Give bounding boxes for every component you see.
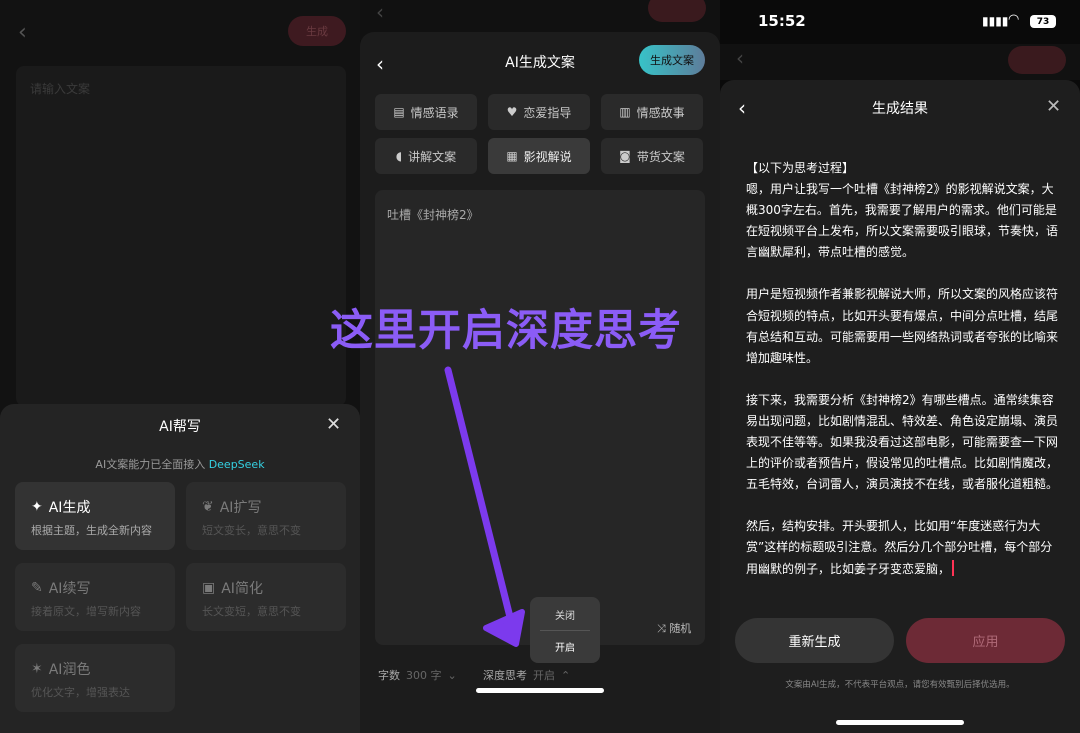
background-button [648,0,706,22]
pen-icon: ✎ [31,580,43,596]
paragraph: 用户是短视频作者兼影视解说大师，所以文案的风格应该符合短视频的特点，比如开头要有… [746,284,1058,368]
clock: 15:52 [758,12,806,30]
tool-ai-simplify[interactable]: ▣AI简化 长文变短，意思不变 [186,563,346,631]
category-love-story[interactable]: ▥情感故事 [601,94,703,130]
apply-button[interactable]: 应用 [906,618,1065,663]
quote-icon: ▤ [393,105,404,119]
category-sales-copy[interactable]: ◙带货文案 [601,138,703,174]
back-icon: ‹ [376,0,384,24]
back-icon[interactable]: ‹ [18,20,27,45]
bag-icon: ◙ [619,149,631,163]
ai-copy-generator-panel: ‹ ‹ AI生成文案 生成文案 ▤情感语录 ♥恋爱指导 ▥情感故事 ◖讲解文案 … [360,0,720,733]
generation-result-panel: 15:52 ▮▮▮▮ ◠ 73 ‹ ‹ 生成结果 ✕ 【以下为思考过程】 嗯，用… [720,0,1080,733]
option-off[interactable]: 关闭 [530,607,600,622]
magic-icon: ✶ [31,661,43,677]
ai-help-sheet: AI帮写 ✕ AI文案能力已全面接入 DeepSeek ✦AI生成 根据主题，生… [0,404,360,733]
back-icon: ‹ [736,46,744,70]
tool-ai-generate[interactable]: ✦AI生成 根据主题，生成全新内容 [15,482,175,550]
category-explanation[interactable]: ◖讲解文案 [375,138,477,174]
tool-desc: 长文变短，意思不变 [202,603,301,619]
category-film-commentary[interactable]: ▦影视解说 [488,138,590,174]
home-indicator [476,688,604,693]
sheet-title: 生成结果 [720,98,1080,118]
chevron-down-icon: ⌄ [448,669,457,682]
generate-copy-button[interactable]: 生成文案 [639,45,705,75]
deepseek-notice: AI文案能力已全面接入 DeepSeek [0,456,360,472]
random-button[interactable]: ⤨ 随机 [657,620,691,636]
feather-icon: ❦ [202,499,214,515]
tool-desc: 根据主题，生成全新内容 [31,522,152,538]
ai-writing-panel: ‹ 生成 请输入文案 AI帮写 ✕ AI文案能力已全面接入 DeepSeek ✦… [0,0,360,733]
wifi-icon: ◠ [1008,12,1019,27]
book-icon: ▥ [619,105,630,119]
category-emotional-quotes[interactable]: ▤情感语录 [375,94,477,130]
word-count-selector[interactable]: 字数300 字⌄ [378,667,457,683]
paragraph-last: 然后，结构安排。开头要抓人，比如用“年度迷惑行为大赏”这样的标题吸引注意。然后分… [746,516,1058,579]
tool-ai-continue[interactable]: ✎AI续写 接着原文，增写新内容 [15,563,175,631]
film-icon: ▦ [506,149,517,163]
tool-ai-polish[interactable]: ✶AI润色 优化文字，增强表达 [15,644,175,712]
background-header: ‹ [720,44,1080,80]
tool-desc: 短文变长，意思不变 [202,522,301,538]
generate-button-bg[interactable]: 生成 [288,16,346,46]
annotation-text: 这里开启深度思考 [330,296,682,358]
topic-text: 吐槽《封神榜2》 [387,206,479,223]
topic-input[interactable]: 吐槽《封神榜2》 ⤨ 随机 [375,190,705,645]
simplify-icon: ▣ [202,580,215,596]
shuffle-icon: ⤨ [657,622,666,635]
status-bar: 15:52 ▮▮▮▮ ◠ 73 [720,0,1080,44]
result-sheet: ‹ 生成结果 ✕ 【以下为思考过程】 嗯，用户让我写一个吐槽《封神榜2》的影视解… [720,80,1080,733]
chevron-up-icon: ⌃ [561,669,570,682]
background-button [1008,46,1066,74]
divider [540,630,590,631]
generator-sheet: ‹ AI生成文案 生成文案 ▤情感语录 ♥恋爱指导 ▥情感故事 ◖讲解文案 ▦影… [360,32,720,733]
home-indicator [836,720,964,725]
signal-icon: ▮▮▮▮ [982,14,1008,28]
ai-disclaimer: 文案由AI生成，不代表平台观点，请您有效甄别后择优选用。 [720,678,1080,690]
paragraph: 接下来，我需要分析《封神榜2》有哪些槽点。通常续集容易出现问题，比如剧情混乱、特… [746,390,1058,495]
text-cursor [952,560,954,576]
deep-think-popup: 关闭 开启 [530,597,600,663]
sheet-title: AI帮写 [0,416,360,436]
category-love-guide[interactable]: ♥恋爱指导 [488,94,590,130]
battery-icon: 73 [1030,15,1056,28]
chat-icon: ◖ [396,149,402,163]
regenerate-button[interactable]: 重新生成 [735,618,894,663]
input-placeholder: 请输入文案 [30,80,90,97]
heart-icon: ♥ [507,105,518,119]
close-icon[interactable]: ✕ [326,414,341,435]
deep-think-selector[interactable]: 深度思考开启⌃ [483,667,570,683]
paragraph: 【以下为思考过程】 嗯，用户让我写一个吐槽《封神榜2》的影视解说文案，大概300… [746,158,1058,263]
text-input-area[interactable]: 请输入文案 [16,66,346,406]
close-icon[interactable]: ✕ [1046,96,1061,117]
tool-desc: 接着原文，增写新内容 [31,603,141,619]
tool-ai-expand[interactable]: ❦AI扩写 短文变长，意思不变 [186,482,346,550]
sparkle-icon: ✦ [31,499,43,515]
tool-desc: 优化文字，增强表达 [31,684,130,700]
result-text[interactable]: 【以下为思考过程】 嗯，用户让我写一个吐槽《封神榜2》的影视解说文案，大概300… [746,158,1058,601]
option-on[interactable]: 开启 [530,639,600,654]
